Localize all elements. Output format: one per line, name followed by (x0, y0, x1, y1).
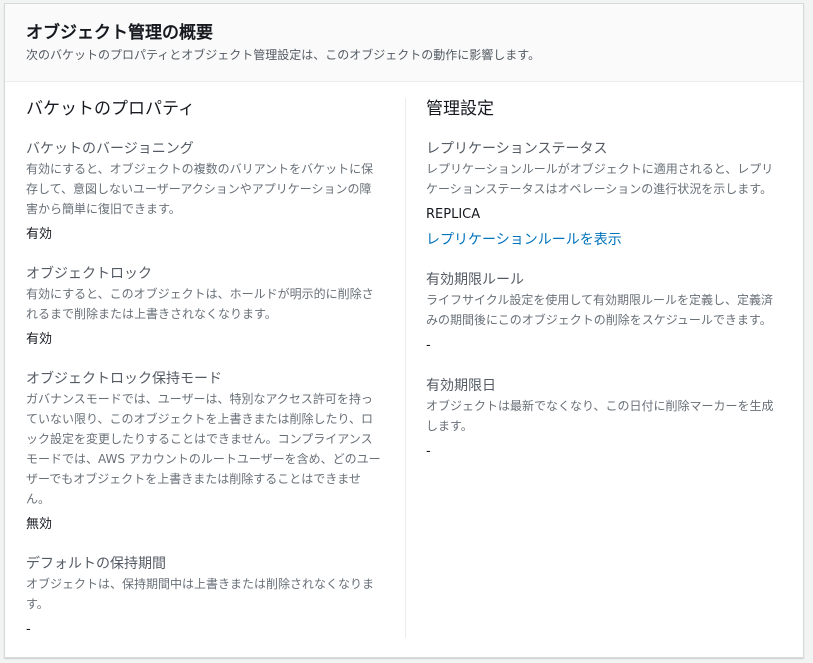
view-replication-rules-link[interactable]: レプリケーションルールを表示 (426, 230, 622, 250)
desc-line: 害から簡単に復旧できます。 (26, 202, 181, 216)
desc-line: ック設定を変更したりすることはできません。コンプライアンス (26, 432, 373, 446)
retention-mode-label: オブジェクトロック保持モード (26, 371, 222, 387)
desc-line: オブジェクトは、保持期間中は上書きまたは削除されなくなりま (26, 577, 375, 591)
management-settings-column: 管理設定 レプリケーションステータス レプリケーションルールがオブジェクトに適用… (426, 82, 781, 459)
retention-mode-value: 無効 (26, 517, 53, 532)
desc-line: ガバナンスモードでは、ユーザーは、特別なアクセス許可を持っ (26, 392, 373, 406)
column-divider (405, 98, 406, 638)
expiration-rule-value: - (426, 338, 431, 353)
replication-label: レプリケーションステータス (426, 141, 608, 157)
expiration-date-label: 有効期限日 (426, 378, 496, 394)
default-retention-description: オブジェクトは、保持期間中は上書きまたは削除されなくなりま す。 (26, 574, 384, 614)
versioning-description: 有効にすると、オブジェクトの複数のバリアントをバケットに保 存して、意図しないユ… (26, 159, 384, 219)
panel-title: オブジェクト管理の概要 (26, 23, 213, 43)
bucket-properties-column: バケットのプロパティ バケットのバージョニング 有効にすると、オブジェクトの複数… (26, 82, 384, 637)
desc-line: 有効にすると、このオブジェクトは、ホールドが明示的に削除さ (26, 287, 374, 301)
desc-line: オブジェクトは最新でなくなり、この日付に削除マーカーを生成 (426, 399, 774, 413)
desc-line: ん。 (26, 492, 51, 506)
panel-header: オブジェクト管理の概要 次のバケットのプロパティとオブジェクト管理設定は、このオ… (5, 4, 803, 82)
retention-mode-section: オブジェクトロック保持モード ガバナンスモードでは、ユーザーは、特別なアクセス許… (26, 369, 384, 535)
replication-section: レプリケーションステータス レプリケーションルールがオブジェクトに適用されると、… (426, 139, 781, 250)
default-retention-section: デフォルトの保持期間 オブジェクトは、保持期間中は上書きまたは削除されなくなりま… (26, 554, 384, 640)
versioning-section: バケットのバージョニング 有効にすると、オブジェクトの複数のバリアントをバケット… (26, 139, 384, 245)
desc-line: ライフサイクル設定を使用して有効期限ルールを定義し、定義済 (426, 293, 774, 307)
object-lock-value: 有効 (26, 332, 53, 347)
management-settings-heading: 管理設定 (426, 99, 494, 119)
object-lock-section: オブジェクトロック 有効にすると、このオブジェクトは、ホールドが明示的に削除さ … (26, 264, 384, 350)
object-management-overview-panel: オブジェクト管理の概要 次のバケットのプロパティとオブジェクト管理設定は、このオ… (4, 3, 804, 658)
desc-line: ケーションステータスはオペレーションの進行状況を示します。 (426, 182, 773, 196)
desc-line: す。 (26, 597, 49, 611)
versioning-value: 有効 (26, 227, 53, 242)
expiration-rule-section: 有効期限ルール ライフサイクル設定を使用して有効期限ルールを定義し、定義済 みの… (426, 270, 781, 356)
expiration-date-value: - (426, 444, 431, 459)
expiration-date-description: オブジェクトは最新でなくなり、この日付に削除マーカーを生成 します。 (426, 396, 781, 436)
object-lock-description: 有効にすると、このオブジェクトは、ホールドが明示的に削除さ れるまで削除または上… (26, 284, 384, 324)
desc-line: 存して、意図しないユーザーアクションやアプリケーションの障 (26, 182, 372, 196)
desc-line: モードでは、AWS アカウントのルートユーザーを含め、どのユー (26, 452, 381, 466)
versioning-label: バケットのバージョニング (26, 141, 194, 157)
bucket-properties-heading: バケットのプロパティ (26, 99, 195, 119)
retention-mode-description: ガバナンスモードでは、ユーザーは、特別なアクセス許可を持っ ていない限り、このオ… (26, 389, 384, 509)
default-retention-value: - (26, 622, 31, 637)
desc-line: します。 (426, 419, 473, 433)
desc-line: 有効にすると、オブジェクトの複数のバリアントをバケットに保 (26, 162, 374, 176)
expiration-rule-label: 有効期限ルール (426, 272, 524, 288)
desc-line: レプリケーションルールがオブジェクトに適用されると、レプリ (426, 162, 774, 176)
desc-line: れるまで削除または上書きされなくなります。 (26, 307, 277, 321)
desc-line: ていない限り、このオブジェクトを上書きまたは削除したり、ロ (26, 412, 374, 426)
object-lock-label: オブジェクトロック (26, 266, 152, 282)
replication-status-value: REPLICA (426, 207, 481, 222)
expiration-rule-description: ライフサイクル設定を使用して有効期限ルールを定義し、定義済 みの期間後にこのオブ… (426, 290, 781, 330)
expiration-date-section: 有効期限日 オブジェクトは最新でなくなり、この日付に削除マーカーを生成 します。… (426, 376, 781, 462)
default-retention-label: デフォルトの保持期間 (26, 556, 166, 572)
panel-description: 次のバケットのプロパティとオブジェクト管理設定は、このオブジェクトの動作に影響し… (26, 48, 541, 62)
desc-line: ザーでもオブジェクトを上書きまたは削除することはできませ (26, 472, 361, 486)
replication-description: レプリケーションルールがオブジェクトに適用されると、レプリ ケーションステータス… (426, 159, 781, 199)
desc-line: みの期間後にこのオブジェクトの削除をスケジュールできます。 (426, 313, 772, 327)
